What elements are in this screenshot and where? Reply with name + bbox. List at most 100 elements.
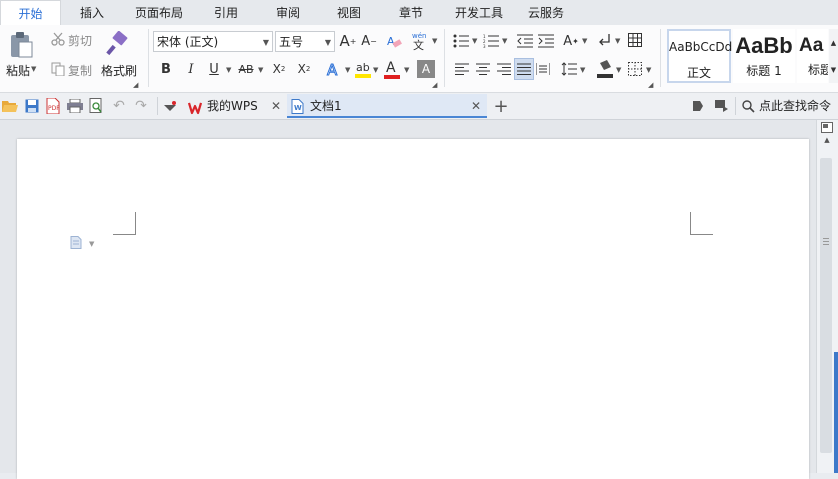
- vertical-scrollbar[interactable]: ▲: [816, 120, 838, 473]
- tab-references[interactable]: 引用: [200, 0, 252, 25]
- pinyin-guide-icon[interactable]: wén 文: [410, 30, 430, 52]
- style-normal[interactable]: AaBbCcDd 正文: [667, 29, 732, 83]
- underline-dropdown-icon[interactable]: ▼: [226, 66, 231, 74]
- format-painter-icon[interactable]: [104, 30, 132, 58]
- numbering-dropdown-icon[interactable]: ▼: [502, 37, 507, 45]
- bullets-icon[interactable]: [452, 32, 470, 50]
- align-center-icon[interactable]: [475, 61, 491, 77]
- pinyin-dropdown-icon[interactable]: ▼: [432, 37, 437, 45]
- scroll-up-icon[interactable]: ▲: [821, 136, 833, 146]
- tab-developer[interactable]: 开发工具: [447, 0, 511, 25]
- change-case-icon[interactable]: A ✦: [562, 31, 580, 51]
- paste-dropdown-icon[interactable]: ▼: [31, 65, 36, 73]
- ruler-toggle-icon[interactable]: [820, 122, 834, 134]
- tab-review[interactable]: 审阅: [262, 0, 314, 25]
- text-effect-dropdown-icon[interactable]: ▼: [345, 66, 350, 74]
- tab-insert[interactable]: 插入: [66, 0, 118, 25]
- share-icon[interactable]: [714, 99, 730, 113]
- increase-indent-icon[interactable]: [537, 32, 555, 50]
- copy-icon[interactable]: [50, 61, 66, 77]
- table-icon[interactable]: [627, 32, 643, 48]
- command-search-input[interactable]: 点此查找命令: [759, 93, 831, 119]
- line-break-icon[interactable]: [597, 32, 613, 50]
- cut-button[interactable]: 剪切: [68, 32, 92, 49]
- align-left-icon[interactable]: [454, 61, 470, 77]
- search-icon[interactable]: [741, 99, 755, 113]
- font-launcher-icon[interactable]: ◢: [432, 81, 437, 89]
- clear-format-icon[interactable]: A: [385, 32, 403, 50]
- paste-icon[interactable]: [6, 30, 36, 60]
- superscript-icon[interactable]: X2: [270, 60, 288, 78]
- export-pdf-icon[interactable]: PDF: [45, 98, 61, 114]
- cut-icon[interactable]: [50, 31, 66, 47]
- tab-cloud-services[interactable]: 云服务: [520, 0, 572, 25]
- subscript-icon[interactable]: X2: [295, 60, 313, 78]
- decrease-indent-icon[interactable]: [516, 32, 534, 50]
- bullets-dropdown-icon[interactable]: ▼: [472, 37, 477, 45]
- shrink-font-icon[interactable]: A −: [360, 32, 378, 50]
- menu-bar: 开始 插入 页面布局 引用 审阅 视图 章节 开发工具 云服务: [0, 0, 838, 26]
- align-right-icon[interactable]: [496, 61, 512, 77]
- style-heading-1[interactable]: AaBb 标题 1: [733, 29, 795, 83]
- font-name-select[interactable]: 宋体 (正文) ▼: [153, 31, 273, 52]
- grow-font-icon[interactable]: A +: [339, 32, 357, 50]
- styles-scroll[interactable]: ▲ ▼: [829, 29, 838, 83]
- line-spacing-dropdown-icon[interactable]: ▼: [580, 66, 585, 74]
- copy-button[interactable]: 复制: [68, 62, 92, 79]
- underline-icon[interactable]: U: [206, 60, 222, 78]
- paragraph-handle-icon[interactable]: [70, 236, 82, 250]
- font-color-icon[interactable]: A: [383, 58, 401, 80]
- character-shading-icon[interactable]: A: [417, 60, 435, 78]
- tab-page-layout[interactable]: 页面布局: [127, 0, 191, 25]
- customize-toolbar-icon[interactable]: [163, 99, 177, 113]
- tab-my-wps[interactable]: 我的WPS ✕: [184, 94, 285, 118]
- shading-dropdown-icon[interactable]: ▼: [616, 66, 621, 74]
- font-size-select[interactable]: 五号 ▼: [275, 31, 335, 52]
- paragraph-handle-dropdown-icon[interactable]: ▼: [89, 240, 94, 248]
- scroll-thumb[interactable]: [820, 158, 832, 453]
- save-icon[interactable]: [24, 98, 40, 114]
- sync-icon[interactable]: [691, 99, 705, 113]
- italic-icon[interactable]: I: [183, 60, 199, 78]
- line-spacing-icon[interactable]: [561, 61, 577, 77]
- document-page[interactable]: ▼: [17, 139, 809, 479]
- strikethrough-dropdown-icon[interactable]: ▼: [258, 66, 263, 74]
- chevron-down-icon[interactable]: ▼: [831, 66, 836, 74]
- close-icon[interactable]: ✕: [471, 94, 481, 118]
- justify-icon[interactable]: [514, 58, 534, 80]
- shading-icon[interactable]: [596, 59, 614, 79]
- paragraph-launcher-icon[interactable]: ◢: [648, 81, 653, 89]
- tab-view[interactable]: 视图: [323, 0, 375, 25]
- strikethrough-icon[interactable]: AB: [236, 60, 256, 78]
- open-folder-icon[interactable]: [2, 98, 18, 114]
- bold-icon[interactable]: B: [158, 60, 174, 78]
- print-icon[interactable]: [66, 98, 83, 114]
- font-color-dropdown-icon[interactable]: ▼: [404, 66, 409, 74]
- style-heading-1-label: 标题 1: [746, 64, 782, 78]
- tab-document-1[interactable]: W 文档1 ✕: [287, 94, 487, 118]
- borders-icon[interactable]: [627, 61, 643, 77]
- clipboard-launcher-icon[interactable]: ◢: [133, 81, 138, 89]
- chevron-up-icon[interactable]: ▲: [831, 39, 836, 47]
- print-preview-icon[interactable]: [88, 98, 104, 114]
- highlight-icon[interactable]: ab: [354, 59, 372, 79]
- tab-my-wps-label: 我的WPS: [207, 99, 258, 113]
- text-effect-icon[interactable]: A: [325, 60, 343, 78]
- borders-dropdown-icon[interactable]: ▼: [646, 66, 651, 74]
- style-heading-1-preview: AaBb: [735, 33, 793, 58]
- close-icon[interactable]: ✕: [271, 94, 281, 118]
- line-break-dropdown-icon[interactable]: ▼: [615, 37, 620, 45]
- undo-icon[interactable]: ↶: [111, 98, 127, 114]
- highlight-dropdown-icon[interactable]: ▼: [373, 66, 378, 74]
- numbering-icon[interactable]: 123: [482, 32, 500, 50]
- new-tab-icon[interactable]: +: [492, 96, 510, 117]
- distributed-align-icon[interactable]: [535, 61, 551, 77]
- style-heading-2[interactable]: Aa 标题: [797, 29, 828, 83]
- tab-chapter[interactable]: 章节: [385, 0, 437, 25]
- change-case-dropdown-icon[interactable]: ▼: [582, 37, 587, 45]
- paste-button[interactable]: 粘贴: [6, 62, 30, 79]
- tab-home[interactable]: 开始: [0, 0, 61, 26]
- format-painter-button[interactable]: 格式刷: [101, 62, 137, 79]
- redo-icon[interactable]: ↷: [133, 98, 149, 114]
- side-panel-toggle[interactable]: [834, 352, 838, 473]
